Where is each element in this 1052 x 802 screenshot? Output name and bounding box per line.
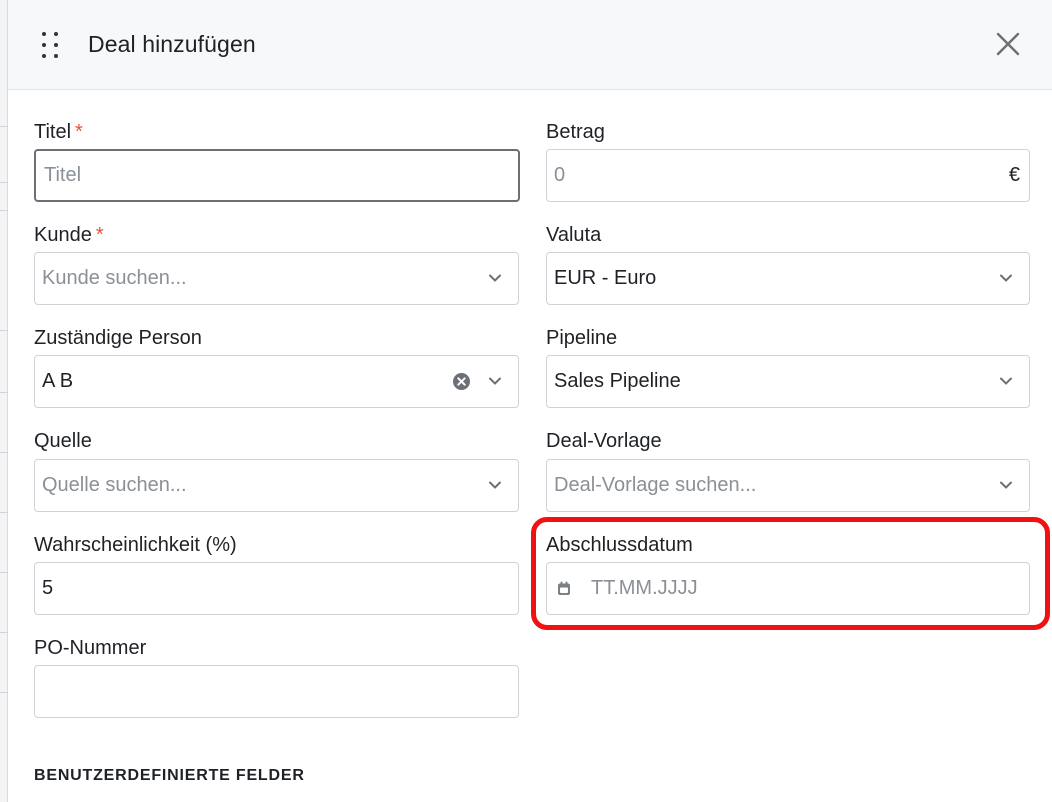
- pipeline-label: Pipeline: [546, 327, 618, 349]
- modal-title: Deal hinzufügen: [88, 31, 256, 57]
- currency-symbol: €: [1008, 164, 1020, 186]
- chevron-down-icon[interactable]: [999, 271, 1013, 285]
- required-marker: *: [95, 224, 104, 246]
- chevron-down-icon[interactable]: [488, 374, 502, 388]
- betrag-value: 0: [554, 164, 566, 186]
- quelle-placeholder: Quelle suchen...: [42, 474, 187, 496]
- wahrscheinlichkeit-value: 5: [42, 577, 54, 599]
- wahrscheinlichkeit-input[interactable]: 5: [34, 562, 519, 615]
- chevron-down-icon[interactable]: [999, 374, 1013, 388]
- chevron-down-icon[interactable]: [999, 478, 1013, 492]
- zustaendige-person-value: A B: [42, 370, 74, 392]
- kunde-label: Kunde *: [34, 224, 104, 246]
- titel-input[interactable]: Titel: [34, 149, 520, 202]
- deal-vorlage-placeholder: Deal-Vorlage suchen...: [554, 474, 757, 496]
- clear-circle-icon[interactable]: [452, 372, 471, 391]
- background-divider: [0, 452, 8, 453]
- deal-vorlage-select[interactable]: Deal-Vorlage suchen...: [546, 459, 1030, 512]
- close-button[interactable]: [992, 28, 1024, 60]
- pipeline-select[interactable]: Sales Pipeline: [546, 355, 1030, 408]
- custom-fields-heading: BENUTZERDEFINIERTE FELDER: [34, 767, 305, 784]
- background-divider: [0, 210, 8, 211]
- valuta-value: EUR - Euro: [554, 267, 657, 289]
- modal-header: Deal hinzufügen: [8, 0, 1052, 90]
- background-divider: [0, 632, 8, 633]
- kunde-select[interactable]: Kunde suchen...: [34, 252, 519, 305]
- required-marker: *: [75, 121, 83, 143]
- background-app: [0, 0, 8, 802]
- close-icon: [996, 32, 1020, 56]
- valuta-select[interactable]: EUR - Euro: [546, 252, 1030, 305]
- po-nummer-label: PO-Nummer: [34, 637, 147, 659]
- chevron-down-icon[interactable]: [488, 271, 502, 285]
- deal-vorlage-label: Deal-Vorlage: [546, 430, 662, 452]
- pipeline-value: Sales Pipeline: [554, 370, 681, 392]
- betrag-label: Betrag: [546, 121, 605, 143]
- background-divider: [0, 692, 8, 693]
- background-divider: [0, 392, 8, 393]
- chevron-down-icon[interactable]: [488, 478, 502, 492]
- background-divider: [0, 330, 8, 331]
- background-divider: [0, 572, 8, 573]
- quelle-label: Quelle: [34, 430, 92, 452]
- betrag-input[interactable]: 0 €: [546, 149, 1030, 202]
- kunde-placeholder: Kunde suchen...: [42, 267, 187, 289]
- background-divider: [0, 126, 8, 127]
- zustaendige-person-label: Zuständige Person: [34, 327, 202, 349]
- wahrscheinlichkeit-label: Wahrscheinlichkeit (%): [34, 534, 237, 556]
- highlight-annotation: [531, 517, 1050, 630]
- titel-label: Titel *: [34, 121, 83, 143]
- background-divider: [0, 512, 8, 513]
- add-deal-modal: Deal hinzufügen Titel * Titel Betrag 0 € …: [8, 0, 1052, 802]
- zustaendige-person-select[interactable]: A B: [34, 355, 519, 408]
- drag-handle-icon[interactable]: [42, 32, 62, 60]
- titel-placeholder: Titel: [44, 164, 82, 186]
- valuta-label: Valuta: [546, 224, 602, 246]
- po-nummer-input[interactable]: [34, 665, 519, 718]
- quelle-select[interactable]: Quelle suchen...: [34, 459, 519, 512]
- background-divider: [0, 182, 8, 183]
